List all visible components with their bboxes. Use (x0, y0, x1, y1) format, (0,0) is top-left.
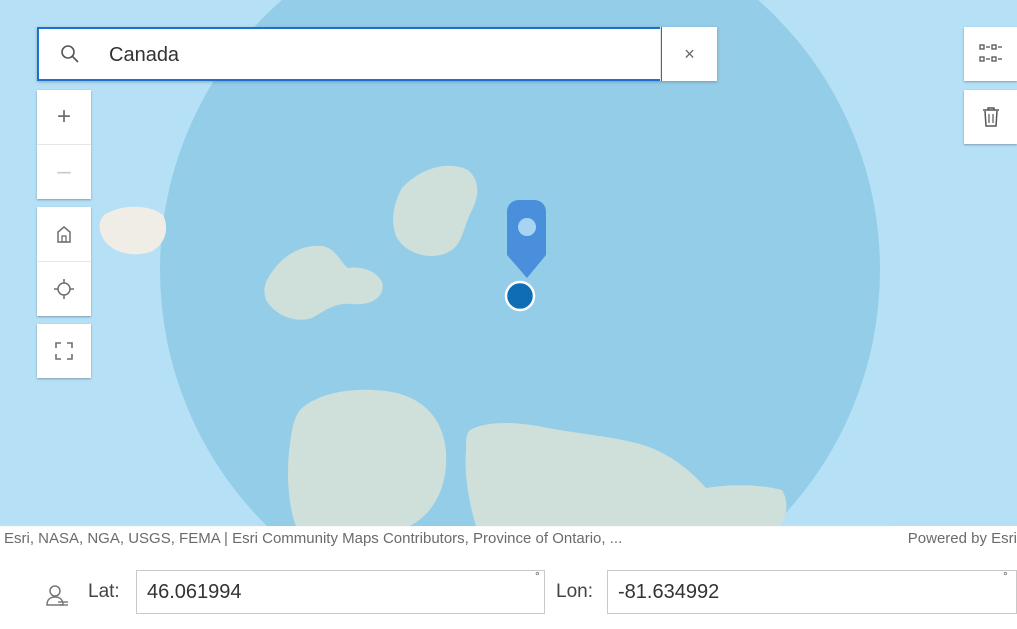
longitude-degree-unit: ° (1003, 569, 1008, 583)
home-button[interactable] (37, 207, 91, 261)
longitude-input[interactable]: -81.634992 (607, 570, 1017, 614)
island-west (99, 206, 167, 255)
zoom-out-button[interactable]: – (37, 144, 91, 199)
powered-by-esri[interactable]: Powered by Esri (893, 526, 1017, 552)
locate-button[interactable] (37, 261, 91, 316)
grid-list-icon (978, 44, 1002, 62)
layer-list-control (964, 27, 1017, 81)
clear-search-button[interactable]: × (660, 27, 718, 81)
attribution-sources: Esri, NASA, NGA, USGS, FEMA | Esri Commu… (4, 530, 623, 547)
delete-button[interactable] (964, 90, 1017, 144)
latitude-label: Lat: (88, 581, 120, 602)
home-icon (57, 226, 71, 243)
longitude-label: Lon: (556, 581, 593, 602)
search-widget: × (37, 27, 717, 81)
delete-control (964, 90, 1017, 144)
fullscreen-control (37, 324, 91, 378)
trash-icon (982, 107, 999, 127)
island-south-west (288, 389, 447, 526)
map-view[interactable]: × + – (0, 0, 1017, 527)
zoom-controls: + – (37, 90, 91, 199)
latitude-input[interactable]: 46.061994 (136, 570, 545, 614)
search-input[interactable] (107, 37, 631, 73)
search-icon (61, 45, 79, 63)
location-person-icon (46, 585, 68, 606)
search-field (37, 27, 662, 81)
map-attribution[interactable]: Esri, NASA, NGA, USGS, FEMA | Esri Commu… (0, 526, 1017, 552)
latitude-degree-unit: ° (535, 569, 540, 583)
zoom-in-button[interactable]: + (37, 90, 91, 144)
location-point[interactable] (504, 280, 536, 312)
navigation-controls (37, 207, 91, 316)
layer-list-button[interactable] (964, 27, 1017, 81)
close-icon: × (684, 43, 695, 64)
locate-icon (54, 279, 74, 299)
fullscreen-icon (55, 342, 73, 360)
fullscreen-button[interactable] (37, 324, 91, 378)
